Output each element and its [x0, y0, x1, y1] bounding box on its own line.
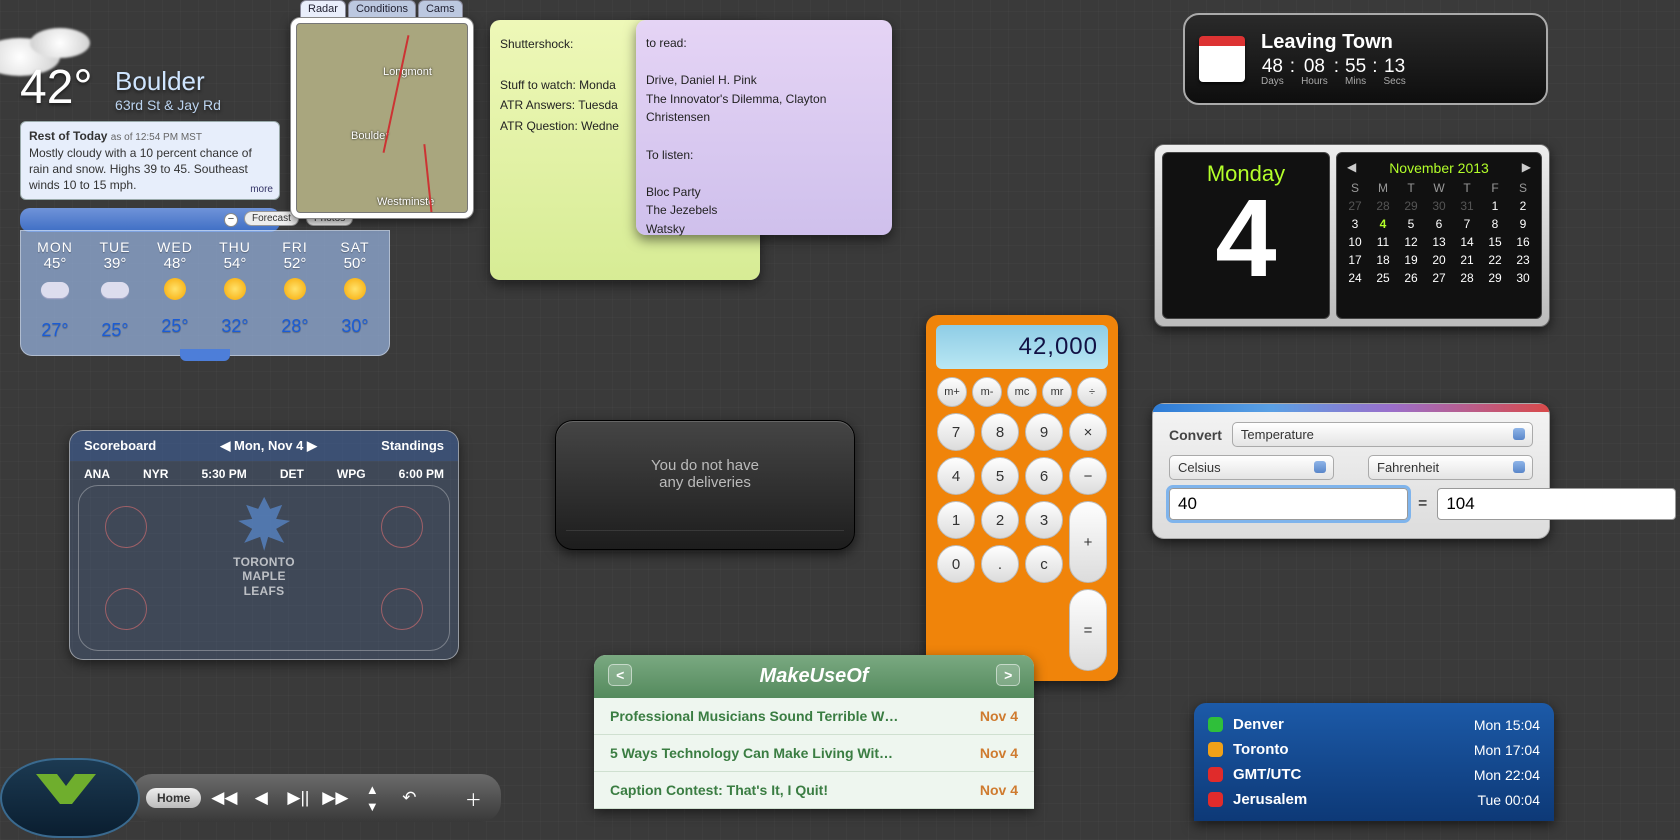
tab-cams[interactable]: Cams	[418, 0, 463, 17]
calc-key-7[interactable]: 7	[937, 413, 975, 451]
calc-key-dot[interactable]: .	[981, 545, 1019, 583]
calculator-display: 42,000	[936, 325, 1108, 369]
next-track-icon[interactable]: ▶▶	[321, 784, 349, 812]
calendar-month[interactable]: ◀November 2013▶ SMTWTFS 272829303112 345…	[1336, 152, 1542, 319]
world-clock-row[interactable]: JerusalemTue 00:04	[1208, 787, 1540, 812]
up-icon[interactable]: ▲	[358, 781, 386, 798]
status-dot-icon	[1208, 792, 1223, 807]
calc-key-eq[interactable]: =	[1069, 589, 1107, 671]
tab-conditions[interactable]: Conditions	[348, 0, 416, 17]
calc-key-9[interactable]: 9	[1025, 413, 1063, 451]
prev-month-icon[interactable]: ◀	[1347, 160, 1356, 174]
next-month-icon[interactable]: ▶	[1522, 160, 1531, 174]
calc-key-mminus[interactable]: m-	[972, 377, 1002, 407]
world-clock-row[interactable]: DenverMon 15:04	[1208, 712, 1540, 737]
rss-widget: < MakeUseOf > Professional Musicians Sou…	[594, 655, 1034, 809]
rss-next-button[interactable]: >	[996, 664, 1020, 686]
tab-radar[interactable]: Radar	[300, 0, 346, 17]
status-dot-icon	[1208, 742, 1223, 757]
calc-key-1[interactable]: 1	[937, 501, 975, 539]
deliveries-widget[interactable]: You do not have any deliveries	[555, 420, 855, 550]
rss-header: < MakeUseOf >	[594, 655, 1034, 698]
weather-location: 63rd St & Jay Rd	[115, 97, 221, 113]
rewind-icon[interactable]: ◀	[247, 784, 275, 812]
weather-city: Boulder	[115, 66, 221, 97]
xbmc-logo-icon	[0, 758, 140, 838]
calc-key-mc[interactable]: mc	[1007, 377, 1037, 407]
home-button[interactable]: Home	[146, 788, 201, 808]
countdown-title: Leaving Town	[1261, 31, 1532, 54]
calc-key-add[interactable]: +	[1069, 501, 1107, 583]
collapse-icon[interactable]: −	[224, 213, 238, 227]
calc-key-c[interactable]: c	[1025, 545, 1063, 583]
sticky-note-purple[interactable]: to read: Drive, Daniel H. Pink The Innov…	[636, 20, 892, 235]
to-value-input[interactable]	[1437, 488, 1676, 520]
radar-widget: Radar Conditions Cams Longmont Boulder W…	[290, 0, 474, 219]
calc-key-mul[interactable]: ×	[1069, 413, 1107, 451]
calc-key-0[interactable]: 0	[937, 545, 975, 583]
world-clock-row[interactable]: TorontoMon 17:04	[1208, 737, 1540, 762]
game-row[interactable]: ANANYR5:30 PM DETWPG6:00 PM	[70, 461, 458, 487]
world-clock-row[interactable]: GMT/UTCMon 22:04	[1208, 762, 1540, 787]
drag-handle-icon[interactable]	[180, 349, 230, 361]
world-clock-widget: DenverMon 15:04 TorontoMon 17:04 GMT/UTC…	[1194, 703, 1554, 821]
category-select[interactable]: Temperature	[1232, 422, 1533, 447]
calc-key-5[interactable]: 5	[981, 457, 1019, 495]
converter-spectrum-bar	[1153, 404, 1549, 412]
weather-temp: 42°	[20, 60, 93, 115]
scoreboard-tab[interactable]: Scoreboard	[84, 438, 156, 454]
team-logo: TORONTOMAPLELEAFS	[233, 495, 295, 598]
calc-key-div[interactable]: ÷	[1077, 377, 1107, 407]
rss-item[interactable]: Professional Musicians Sound Terrible W……	[594, 698, 1034, 735]
equals-label: =	[1418, 495, 1427, 513]
down-icon[interactable]: ▼	[358, 798, 386, 815]
convert-label: Convert	[1169, 427, 1222, 443]
calc-key-mplus[interactable]: m+	[937, 377, 967, 407]
xbmc-remote-widget: Home ◀◀ ◀ ▶|| ▶▶ ▲▼ ↶ ＋	[0, 756, 540, 840]
countdown-widget: Leaving Town 48Days: 08Hours: 55Mins: 13…	[1183, 13, 1548, 105]
calendar-grid[interactable]: SMTWTFS 272829303112 3456789 10111213141…	[1341, 179, 1537, 287]
weather-more-link[interactable]: more	[250, 183, 273, 197]
sports-scoreboard-widget[interactable]: Scoreboard ◀ Mon, Nov 4 ▶ Standings ANAN…	[69, 430, 459, 660]
rss-item[interactable]: 5 Ways Technology Can Make Living Wit…No…	[594, 735, 1034, 772]
calc-key-4[interactable]: 4	[937, 457, 975, 495]
weather-widget: 42° Boulder 63rd St & Jay Rd Rest of Tod…	[20, 60, 280, 356]
prev-track-icon[interactable]: ◀◀	[210, 784, 238, 812]
rss-prev-button[interactable]: <	[608, 664, 632, 686]
calc-key-8[interactable]: 8	[981, 413, 1019, 451]
calendar-widget: Monday 4 ◀November 2013▶ SMTWTFS 2728293…	[1154, 144, 1550, 327]
rss-item[interactable]: Caption Contest: That's It, I Quit!Nov 4	[594, 772, 1034, 809]
radar-map[interactable]: Longmont Boulder Westminste	[296, 23, 468, 213]
calc-key-2[interactable]: 2	[981, 501, 1019, 539]
standings-tab[interactable]: Standings	[381, 438, 444, 454]
status-dot-icon	[1208, 717, 1223, 732]
weather-forecast-row: MON45°27° TUE39°25° WED48°25° THU54°32° …	[20, 230, 390, 356]
calc-key-sub[interactable]: −	[1069, 457, 1107, 495]
calendar-today: Monday 4	[1162, 152, 1330, 319]
from-value-input[interactable]	[1169, 488, 1408, 520]
scoreboard-date[interactable]: ◀ Mon, Nov 4 ▶	[220, 438, 317, 454]
calc-key-3[interactable]: 3	[1025, 501, 1063, 539]
calendar-icon	[1199, 36, 1245, 82]
unit-converter-widget: Convert Temperature Celsius Fahrenheit =	[1152, 403, 1550, 539]
calc-key-6[interactable]: 6	[1025, 457, 1063, 495]
play-pause-icon[interactable]: ▶||	[284, 784, 312, 812]
calc-key-mr[interactable]: mr	[1042, 377, 1072, 407]
back-icon[interactable]: ↶	[395, 784, 423, 812]
status-dot-icon	[1208, 767, 1223, 782]
weather-forecast-card: Rest of Today as of 12:54 PM MST Mostly …	[20, 121, 280, 200]
media-controls: Home ◀◀ ◀ ▶|| ▶▶ ▲▼ ↶ ＋	[132, 774, 501, 822]
to-unit-select[interactable]: Fahrenheit	[1368, 455, 1533, 480]
from-unit-select[interactable]: Celsius	[1169, 455, 1334, 480]
weather-toolbar: − Forecast Photos	[20, 208, 280, 232]
add-icon[interactable]: ＋	[459, 784, 487, 812]
calculator-widget: 42,000 m+ m- mc mr ÷ 7 8 9 × 4 5 6 − 1 2…	[926, 315, 1118, 681]
